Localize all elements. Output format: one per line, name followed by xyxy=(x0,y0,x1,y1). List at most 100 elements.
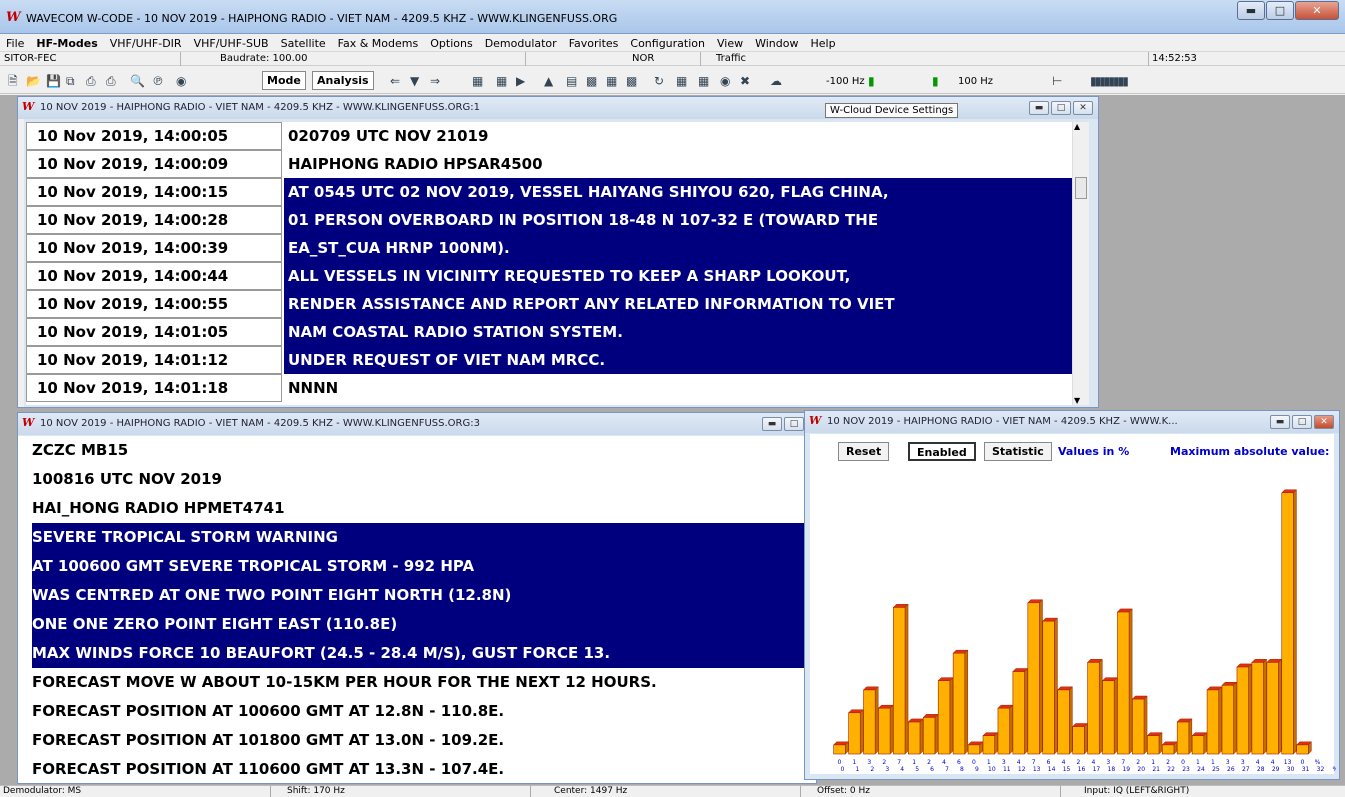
message-cell: HAIPHONG RADIO HPSAR4500 xyxy=(288,155,543,173)
window1-logo-icon: W xyxy=(22,100,35,113)
mute-icon[interactable]: ✖ xyxy=(740,72,750,90)
menu-hf-modes[interactable]: HF-Modes xyxy=(36,37,97,50)
bar-29 xyxy=(1266,658,1283,755)
forward-arrow-icon[interactable]: ⇒ xyxy=(430,72,440,90)
table-row[interactable]: 10 Nov 2019, 14:00:15 AT 0545 UTC 02 NOV… xyxy=(26,178,1072,206)
text-line: ZCZC MB15 xyxy=(32,441,129,459)
menu-options[interactable]: Options xyxy=(430,37,472,50)
bar-27 xyxy=(1236,663,1253,755)
message-cell: 01 PERSON OVERBOARD IN POSITION 18-48 N … xyxy=(284,206,1072,234)
tick-label: 1 xyxy=(855,766,859,773)
text-line: FORECAST POSITION AT 100600 GMT AT 12.8N… xyxy=(32,702,505,720)
grid-icon[interactable]: ▦ xyxy=(606,72,617,90)
new-icon[interactable]: 🗎 xyxy=(8,72,18,90)
menu-vhf-uhf-dir[interactable]: VHF/UHF-DIR xyxy=(110,37,182,50)
window1-scrollbar[interactable]: ▲ ▼ xyxy=(1072,122,1089,405)
tuning-slider-icon[interactable]: ⊢ xyxy=(1052,72,1062,90)
dropdown-arrow-icon[interactable]: ▼ xyxy=(410,72,419,90)
table-row[interactable]: 10 Nov 2019, 14:00:05 020709 UTC NOV 210… xyxy=(26,122,1072,150)
save-icon[interactable]: 💾 xyxy=(46,72,61,90)
bits-icon[interactable]: ▦ xyxy=(676,72,687,90)
window3-titlebar[interactable]: 10 NOV 2019 - HAIPHONG RADIO - VIET NAM … xyxy=(805,411,1339,433)
window1-minimize-button[interactable]: ▬ xyxy=(1029,101,1049,115)
print-icon[interactable]: ⎙ xyxy=(86,72,96,90)
tick-label: 32 xyxy=(1317,766,1325,773)
table-row[interactable]: 10 Nov 2019, 14:00:55 RENDER ASSISTANCE … xyxy=(26,290,1072,318)
bar-11 xyxy=(997,704,1014,755)
play-icon[interactable]: ▶ xyxy=(516,72,525,90)
toolbar: 🗎 📂 💾 ⧉ ⎙ ⎙ 🔍 ℗ ◉ Mode Analysis ⇐ ▼ ⇒ ▦ … xyxy=(0,67,1345,94)
table-row[interactable]: 10 Nov 2019, 14:01:05 NAM COASTAL RADIO … xyxy=(26,318,1072,346)
about-icon[interactable]: ◉ xyxy=(176,72,186,90)
tick-label: 5 xyxy=(915,766,919,773)
shift-status: Shift: 170 Hz xyxy=(287,786,345,796)
menu-view[interactable]: View xyxy=(717,37,743,50)
mode-button[interactable]: Mode xyxy=(262,71,306,90)
pattern-icon[interactable]: ▩ xyxy=(626,72,637,90)
window1-close-button[interactable]: ✕ xyxy=(1073,101,1093,115)
record-icon[interactable]: ◉ xyxy=(720,72,730,90)
mode-status-row: SITOR-FEC Baudrate: 100.00 NOR Traffic 1… xyxy=(0,52,1345,66)
window2-titlebar[interactable]: 10 NOV 2019 - HAIPHONG RADIO - VIET NAM … xyxy=(18,413,816,435)
table-row[interactable]: 10 Nov 2019, 14:00:44 ALL VESSELS IN VIC… xyxy=(26,262,1072,290)
menu-file[interactable]: File xyxy=(6,37,24,50)
cloud-icon[interactable]: ☁ xyxy=(770,72,782,90)
window2-maximize-button[interactable]: □ xyxy=(784,417,804,431)
message-cell: AT 0545 UTC 02 NOV 2019, VESSEL HAIYANG … xyxy=(284,178,1072,206)
menu-fax-modems[interactable]: Fax & Modems xyxy=(338,37,419,50)
menu-configuration[interactable]: Configuration xyxy=(630,37,705,50)
pb-icon[interactable]: ▦ xyxy=(698,72,709,90)
open-folder-icon[interactable]: 📂 xyxy=(26,72,41,90)
table-row[interactable]: 10 Nov 2019, 14:01:12 UNDER REQUEST OF V… xyxy=(26,346,1072,374)
message-cell: NAM COASTAL RADIO STATION SYSTEM. xyxy=(284,318,1072,346)
tick-label-top: 4 xyxy=(1271,759,1275,766)
copy-icon[interactable]: ⧉ xyxy=(66,72,75,90)
timestamp-cell: 10 Nov 2019, 14:01:05 xyxy=(26,318,282,346)
window3-maximize-button[interactable]: □ xyxy=(1292,415,1312,429)
tick-label: 16 xyxy=(1078,766,1086,773)
scroll-up-icon[interactable]: ▲ xyxy=(1074,122,1080,131)
letters-icon[interactable]: ▦ xyxy=(496,72,507,90)
bar-9 xyxy=(967,741,984,755)
menu-favorites[interactable]: Favorites xyxy=(569,37,619,50)
tick-label-top: 0 xyxy=(1301,759,1305,766)
table-row[interactable]: 10 Nov 2019, 14:00:28 01 PERSON OVERBOAR… xyxy=(26,206,1072,234)
table-icon[interactable]: ▤ xyxy=(566,72,577,90)
tick-label-top: 3 xyxy=(1002,759,1006,766)
scroll-down-icon[interactable]: ▼ xyxy=(1074,396,1080,405)
back-arrow-icon[interactable]: ⇐ xyxy=(390,72,400,90)
minimize-button[interactable]: ▬ xyxy=(1237,1,1265,20)
analysis-button[interactable]: Analysis xyxy=(312,71,374,90)
refresh-icon[interactable]: ↻ xyxy=(654,72,664,90)
window3-minimize-button[interactable]: ▬ xyxy=(1270,415,1290,429)
find-icon[interactable]: 🔍 xyxy=(130,72,145,90)
tick-label: 23 xyxy=(1182,766,1190,773)
text-line: WAS CENTRED AT ONE TWO POINT EIGHT NORTH… xyxy=(32,581,816,610)
table-row[interactable]: 10 Nov 2019, 14:00:09 HAIPHONG RADIO HPS… xyxy=(26,150,1072,178)
decoder-window-3: 10 NOV 2019 - HAIPHONG RADIO - VIET NAM … xyxy=(17,412,817,784)
find-next-icon[interactable]: ℗ xyxy=(152,72,164,90)
menu-demodulator[interactable]: Demodulator xyxy=(485,37,557,50)
window1-maximize-button[interactable]: □ xyxy=(1051,101,1071,115)
close-button[interactable]: ✕ xyxy=(1295,1,1339,20)
menu-satellite[interactable]: Satellite xyxy=(281,37,326,50)
tick-label-top: 7 xyxy=(1032,759,1036,766)
timestamp-cell: 10 Nov 2019, 14:00:44 xyxy=(26,262,282,290)
antenna-icon[interactable]: ▲ xyxy=(544,72,553,90)
window2-minimize-button[interactable]: ▬ xyxy=(762,417,782,431)
print-preview-icon[interactable]: ⎙ xyxy=(106,72,116,90)
bar-chart: 0 1 3 2 7 1 2 4 6 0 1 3 4 7 6 4 2 4 3 7 2 1 2 0 1 1 3 3 4 4 13 0 %0 1 2 3 4 5… xyxy=(833,489,1336,773)
binocular-icon[interactable]: ▩ xyxy=(586,72,597,90)
menu-window[interactable]: Window xyxy=(755,37,798,50)
tick-label-top: 4 xyxy=(942,759,946,766)
scroll-thumb[interactable] xyxy=(1075,177,1087,199)
table-row[interactable]: 10 Nov 2019, 14:00:39 EA_ST_CUA HRNP 100… xyxy=(26,234,1072,262)
cl-cc-icon[interactable]: ▦ xyxy=(472,72,483,90)
menu-help[interactable]: Help xyxy=(810,37,835,50)
menu-vhf-uhf-sub[interactable]: VHF/UHF-SUB xyxy=(194,37,269,50)
message-cell: ALL VESSELS IN VICINITY REQUESTED TO KEE… xyxy=(284,262,1072,290)
window3-close-button[interactable]: ✕ xyxy=(1314,415,1334,429)
maximize-button[interactable]: □ xyxy=(1266,1,1294,20)
table-row[interactable]: 10 Nov 2019, 14:01:18 NNNN xyxy=(26,374,1072,402)
tick-label: 6 xyxy=(930,766,934,773)
